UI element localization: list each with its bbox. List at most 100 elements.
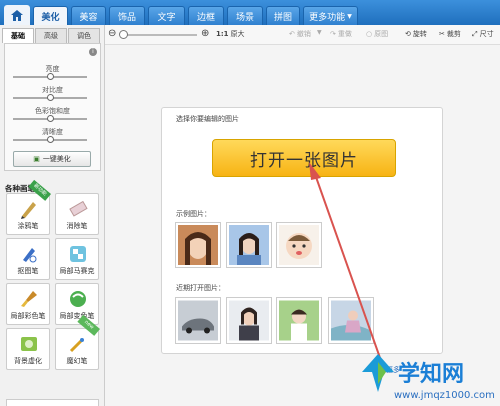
recent-image-2[interactable] — [226, 297, 272, 344]
home-button[interactable] — [4, 5, 30, 25]
tab-accessories[interactable]: 饰品 — [109, 6, 145, 25]
panel-bottom-edge — [6, 399, 99, 406]
magic-icon: ▣ — [33, 155, 40, 163]
open-image-card: 选择你要编辑的图片 打开一张图片 示例图片： 近期打开图片： 更多 — [161, 107, 443, 374]
tab-frame[interactable]: 边框 — [188, 6, 224, 25]
tab-beautify[interactable]: 美化 — [33, 6, 68, 25]
brush-background-blur[interactable]: 背景虚化 — [6, 328, 50, 370]
sharpness-knob[interactable] — [47, 136, 54, 143]
left-subtabs: 基础 高级 调色 — [2, 28, 102, 43]
info-icon[interactable]: i — [89, 48, 97, 56]
brush-label: 局部马赛克 — [59, 267, 95, 275]
brightness-label: 亮度 — [45, 65, 60, 73]
sample-image-3[interactable] — [276, 222, 322, 268]
card-title: 选择你要编辑的图片 — [176, 115, 239, 123]
tab-more-features[interactable]: 更多功能 ▼ — [303, 6, 358, 25]
saturation-knob[interactable] — [47, 115, 54, 122]
rotate-button[interactable]: ⟲ 旋转 — [405, 29, 427, 39]
crop-button[interactable]: ✂ 裁剪 — [439, 29, 461, 39]
scissors-icon: ✂ — [439, 30, 445, 38]
chevron-down-icon: ▼ — [317, 29, 322, 36]
brightness-slider[interactable] — [13, 73, 87, 80]
brush-cutout[interactable]: 抠图笔 — [6, 238, 50, 280]
blur-icon — [21, 337, 37, 351]
recent-image-1[interactable] — [175, 297, 221, 344]
brush-magic[interactable]: new 魔幻笔 — [55, 314, 100, 370]
brush-label: 背景虚化 — [14, 357, 42, 365]
brush-eraser[interactable]: 消除笔 — [55, 193, 99, 235]
contrast-slider[interactable] — [13, 94, 87, 101]
zoom-ratio: 1:1 — [216, 30, 229, 38]
original-image-label: 原图 — [374, 30, 389, 38]
recent-image-3[interactable] — [276, 297, 322, 344]
brush-label: 消除笔 — [66, 222, 88, 230]
zoom-ratio-label: 原大 — [230, 30, 245, 38]
rotate-label: 旋转 — [412, 30, 427, 38]
brush-doodle[interactable]: 新功能 涂鸦笔 — [6, 179, 51, 235]
sharpness-slider[interactable] — [13, 136, 87, 143]
sample-images-label: 示例图片： — [176, 210, 211, 218]
left-panel: 基础 高级 调色 i 亮度 对比度 色彩饱和度 清晰度 ▣ 一键美化 各种画笔 … — [0, 25, 105, 406]
brush-label: 魔幻笔 — [66, 357, 88, 365]
tab-collage[interactable]: 拼图 — [266, 6, 300, 25]
watermark-logo-icon — [362, 354, 394, 392]
chevron-down-icon: ▼ — [347, 12, 352, 20]
zoom-out-icon[interactable]: ⊖ — [108, 28, 116, 39]
crop-label: 裁剪 — [446, 30, 461, 38]
brush-label: 局部彩色笔 — [10, 312, 46, 320]
image-toolbar: ⊖ ⊕ 1:1 原大 ↶ 撤销 ▼ ↷ 重做 ○ 原图 ⟲ 旋转 ✂ 裁剪 ⤢ … — [105, 25, 500, 45]
zoom-slider-knob[interactable] — [119, 30, 128, 39]
eraser-icon — [69, 200, 88, 217]
zoom-slider-track[interactable] — [121, 34, 197, 36]
cutout-pen-icon — [23, 248, 37, 263]
redo-icon: ↷ — [330, 30, 336, 38]
rotate-icon: ⟲ — [405, 30, 411, 38]
subtab-basic[interactable]: 基础 — [2, 28, 34, 43]
recent-image-4[interactable] — [328, 297, 374, 344]
main-tab-bar: 美化 美容 饰品 文字 边框 场景 拼图 更多功能 ▼ — [0, 0, 500, 25]
mosaic-icon — [70, 246, 86, 262]
original-image-button[interactable]: ○ 原图 — [366, 29, 388, 39]
color-change-icon — [70, 291, 86, 307]
brush-label: 局部变色笔 — [59, 312, 95, 320]
pen-icon — [21, 202, 36, 219]
tab-text[interactable]: 文字 — [148, 6, 185, 25]
watermark: 学知网 www.jmqz1000.com — [358, 352, 500, 406]
sample-image-1[interactable] — [175, 222, 221, 268]
circle-icon: ○ — [366, 30, 373, 38]
paint-brush-icon — [21, 291, 37, 307]
subtab-color[interactable]: 调色 — [68, 28, 100, 43]
brush-mosaic[interactable]: 局部马赛克 — [55, 238, 99, 280]
redo-button[interactable]: ↷ 重做 — [330, 29, 352, 39]
tab-more-label: 更多功能 — [309, 12, 346, 23]
sample-image-2[interactable] — [226, 222, 272, 268]
home-icon — [11, 9, 23, 21]
undo-button[interactable]: ↶ 撤销 — [289, 29, 311, 39]
watermark-text: 学知网 — [398, 362, 465, 387]
zoom-in-icon[interactable]: ⊕ — [201, 28, 209, 39]
saturation-label: 色彩饱和度 — [35, 107, 70, 115]
magic-wand-icon — [69, 338, 84, 353]
zoom-actual-size[interactable]: 1:1 原大 — [216, 29, 245, 39]
undo-dropdown[interactable]: ▼ — [317, 29, 322, 36]
undo-icon: ↶ — [289, 30, 295, 38]
tab-beauty[interactable]: 美容 — [71, 6, 106, 25]
saturation-slider[interactable] — [13, 115, 87, 122]
brush-local-recolor[interactable]: 局部变色笔 — [55, 283, 99, 325]
brightness-knob[interactable] — [47, 73, 54, 80]
subtab-advanced[interactable]: 高级 — [35, 28, 67, 43]
undo-label: 撤销 — [296, 30, 311, 38]
brush-local-color[interactable]: 局部彩色笔 — [6, 283, 50, 325]
resize-icon: ⤢ — [472, 29, 478, 38]
tab-scene[interactable]: 场景 — [227, 6, 263, 25]
sharpness-label: 清晰度 — [42, 128, 63, 136]
recent-images-label: 近期打开图片： — [176, 284, 225, 292]
redo-label: 重做 — [337, 30, 352, 38]
one-click-beautify-button[interactable]: ▣ 一键美化 — [13, 151, 91, 167]
one-click-label: 一键美化 — [42, 155, 71, 163]
size-button[interactable]: ⤢ 尺寸 — [472, 29, 494, 39]
open-image-button[interactable]: 打开一张图片 — [212, 139, 396, 177]
contrast-knob[interactable] — [47, 94, 54, 101]
brush-label: 抠图笔 — [17, 267, 39, 275]
contrast-label: 对比度 — [42, 86, 63, 94]
